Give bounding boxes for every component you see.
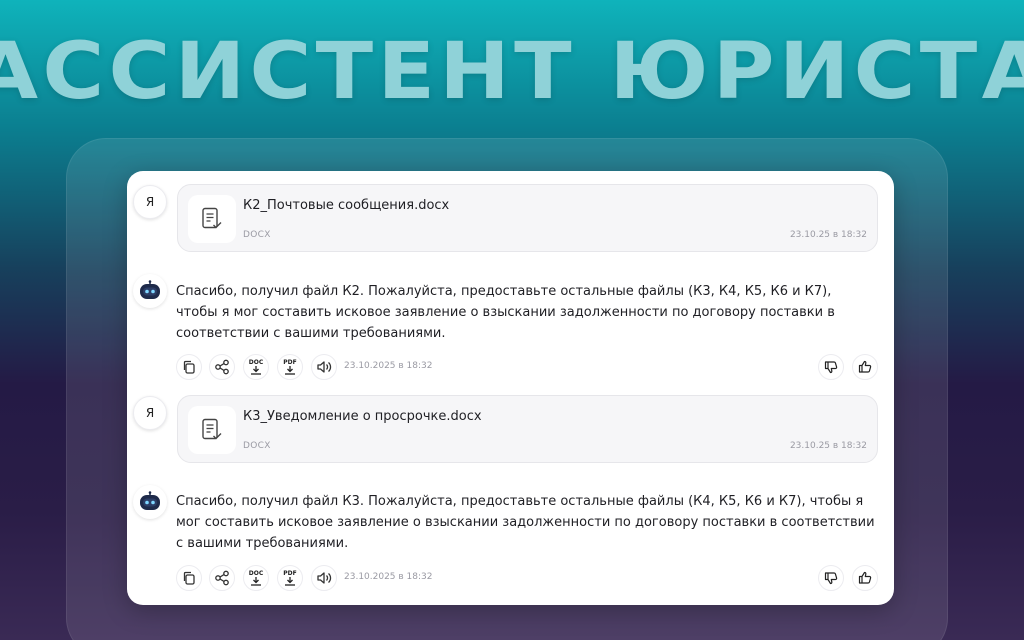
bot-avatar [133, 274, 167, 308]
document-icon [188, 406, 236, 454]
user-avatar: Я [133, 396, 167, 430]
file-attachment-card[interactable]: К3_Уведомление о просрочке.docx DOCX 23.… [177, 395, 878, 463]
document-icon [188, 195, 236, 243]
share-button[interactable] [209, 565, 235, 591]
copy-button[interactable] [176, 354, 202, 380]
message-timestamp: 23.10.25 в 18:32 [789, 230, 867, 240]
pdf-label: PDF [283, 570, 297, 577]
bot-avatar [133, 485, 167, 519]
bot-message-text: Спасибо, получил файл К2. Пожалуйста, пр… [176, 284, 835, 341]
download-pdf-icon [285, 577, 295, 586]
dislike-button[interactable] [818, 354, 844, 380]
doc-label: DOC [248, 570, 264, 577]
message-actions: DOC PDF 23.10.2025 в 18:32 [176, 354, 879, 380]
file-type: DOCX [243, 441, 271, 451]
user-avatar-label: Я [145, 195, 155, 209]
download-pdf-icon [285, 366, 295, 375]
download-pdf-button[interactable]: PDF [277, 565, 303, 591]
copy-button[interactable] [176, 565, 202, 591]
download-pdf-button[interactable]: PDF [277, 354, 303, 380]
listen-button[interactable] [311, 354, 337, 380]
message-timestamp: 23.10.2025 в 18:32 [344, 361, 433, 371]
copy-icon [183, 571, 195, 585]
thumbs-down-icon [824, 361, 838, 374]
message-timestamp: 23.10.25 в 18:32 [789, 441, 867, 451]
doc-label: DOC [248, 359, 264, 366]
file-attachment-card[interactable]: К2_Почтовые сообщения.docx DOCX 23.10.25… [177, 184, 878, 252]
thumbs-down-icon [824, 572, 838, 585]
user-avatar: Я [133, 185, 167, 219]
file-name: К2_Почтовые сообщения.docx [243, 198, 450, 213]
speaker-icon [317, 572, 332, 584]
download-doc-button[interactable]: DOC [243, 354, 269, 380]
pdf-label: PDF [283, 359, 297, 366]
file-name: К3_Уведомление о просрочке.docx [243, 409, 482, 424]
download-doc-button[interactable]: DOC [243, 565, 269, 591]
listen-button[interactable] [311, 565, 337, 591]
message-actions: DOC PDF 23.10.2025 в 18:32 [176, 565, 879, 591]
thumbs-up-icon [858, 571, 872, 584]
message-timestamp: 23.10.2025 в 18:32 [344, 572, 433, 582]
robot-icon [140, 280, 160, 299]
speaker-icon [317, 361, 332, 373]
like-button[interactable] [852, 354, 878, 380]
thumbs-up-icon [858, 360, 872, 373]
dislike-button[interactable] [818, 565, 844, 591]
user-avatar-label: Я [145, 406, 155, 420]
like-button[interactable] [852, 565, 878, 591]
share-icon [215, 570, 229, 586]
download-doc-icon [251, 577, 261, 586]
share-icon [215, 359, 229, 375]
chat-window: Я К2_Почтовые сообщения.docx DOCX 23.10.… [127, 171, 894, 605]
file-type: DOCX [243, 230, 271, 240]
download-doc-icon [251, 366, 261, 375]
page-title: АССИСТЕНТ ЮРИСТА [0, 27, 1024, 117]
robot-icon [140, 491, 160, 510]
copy-icon [183, 360, 195, 374]
bot-message-text: Спасибо, получил файл К3. Пожалуйста, пр… [176, 494, 875, 551]
share-button[interactable] [209, 354, 235, 380]
